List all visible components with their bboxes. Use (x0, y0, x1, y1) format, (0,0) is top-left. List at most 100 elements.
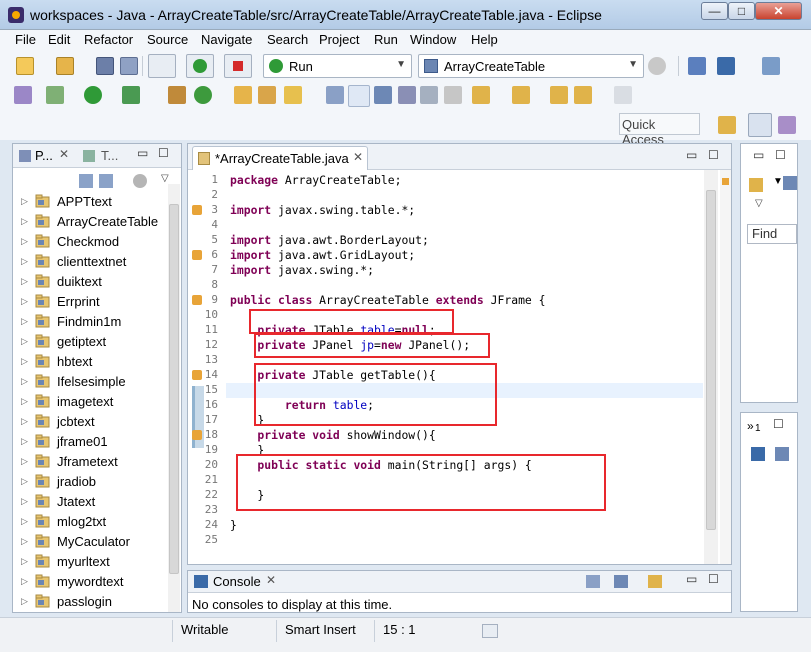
chevron-right-icon[interactable]: ▷ (21, 596, 28, 607)
maximize-icon[interactable]: ☐ (158, 146, 169, 160)
display-console-icon[interactable] (614, 575, 628, 588)
java-perspective-icon[interactable] (748, 113, 772, 137)
forward-icon[interactable] (614, 86, 632, 104)
chevron-right-icon[interactable]: ▷ (21, 236, 28, 247)
tree-item[interactable]: ▷ hbtext (13, 352, 168, 372)
paragraph-icon[interactable] (444, 86, 462, 104)
minimize-icon[interactable]: ▭ (137, 146, 148, 160)
chevron-right-icon[interactable]: ▷ (21, 556, 28, 567)
link-editor-icon[interactable] (99, 174, 113, 188)
chevron-right-icon[interactable]: ▷ (21, 296, 28, 307)
scrollbar[interactable] (168, 184, 180, 612)
chevron-right-icon[interactable]: ▷ (21, 516, 28, 527)
maximize-icon[interactable]: ☐ (708, 572, 719, 586)
warning-icon[interactable] (192, 250, 202, 260)
pin-icon[interactable] (762, 57, 780, 75)
close-icon[interactable]: ✕ (59, 147, 69, 161)
chevron-right-icon[interactable]: ▷ (21, 196, 28, 207)
view-menu-icon[interactable]: ▽ (161, 173, 169, 184)
tree-item[interactable]: ▷ Ifelsesimple (13, 372, 168, 392)
coverage-icon[interactable] (122, 86, 140, 104)
open-folder-icon[interactable] (258, 86, 276, 104)
chevron-right-icon[interactable]: ▷ (21, 336, 28, 347)
new-class-icon[interactable] (168, 86, 186, 104)
menu-navigate[interactable]: Navigate (201, 32, 252, 47)
minimize-icon[interactable]: ▭ (686, 572, 697, 586)
chevron-right-icon[interactable]: ▷ (21, 496, 28, 507)
last-edit-icon[interactable] (550, 86, 568, 104)
chevron-right-icon[interactable]: ▷ (21, 396, 28, 407)
tree-item[interactable]: ▷ ArrayCreateTable (13, 212, 168, 232)
menu-window[interactable]: Window (410, 32, 456, 47)
close-icon[interactable]: ✕ (353, 150, 363, 164)
quick-access-input[interactable]: Quick Access (619, 113, 700, 147)
problems-icon[interactable] (775, 447, 789, 461)
chevron-right-icon[interactable]: ▷ (21, 276, 28, 287)
filter-icon[interactable] (133, 174, 147, 188)
maximize-icon[interactable]: ☐ (708, 148, 719, 162)
tab-package-explorer[interactable]: P... (35, 148, 53, 163)
tree-item[interactable]: ▷ jcbtext (13, 412, 168, 432)
editor-scrollbar[interactable] (704, 170, 718, 564)
chevron-right-icon[interactable]: ▷ (21, 476, 28, 487)
terminate-icon[interactable] (224, 54, 252, 78)
view-menu-icon[interactable]: ▽ (755, 198, 763, 209)
tree-item[interactable]: ▷ myurltext (13, 552, 168, 572)
tree-item[interactable]: ▷ getiptext (13, 332, 168, 352)
new-package-icon[interactable] (56, 57, 74, 75)
annotation-icon[interactable] (326, 86, 344, 104)
tree-item[interactable]: ▷ APPTtext (13, 192, 168, 212)
close-icon[interactable]: ✕ (266, 573, 276, 587)
launch-mode-select[interactable]: Run ▼ (263, 54, 412, 78)
open-perspective-icon[interactable] (718, 116, 736, 134)
maximize-icon[interactable]: ☐ (773, 417, 784, 431)
chevron-right-icon[interactable]: ▷ (21, 576, 28, 587)
chevron-right-icon[interactable]: ▷ (21, 536, 28, 547)
close-button[interactable]: ✕ (755, 2, 802, 20)
open-console-icon[interactable] (688, 57, 706, 75)
chevron-right-icon[interactable]: ▷ (21, 436, 28, 447)
launch-config-select[interactable]: ArrayCreateTable ▼ (418, 54, 644, 78)
tree-item[interactable]: ▷ Errprint (13, 292, 168, 312)
back-icon[interactable] (574, 86, 592, 104)
tab-console[interactable]: Console (213, 574, 261, 589)
tree-item[interactable]: ▷ Jtatext (13, 492, 168, 512)
warning-icon[interactable] (192, 430, 202, 440)
tree-item[interactable]: ▷ Jframetext (13, 452, 168, 472)
tree-item[interactable]: ▷ imagetext (13, 392, 168, 412)
maximize-button[interactable]: □ (728, 2, 755, 20)
find-input[interactable]: Find (747, 224, 797, 244)
tree-item[interactable]: ▷ jframe01 (13, 432, 168, 452)
menu-refactor[interactable]: Refactor (84, 32, 133, 47)
chevron-right-icon[interactable]: ▷ (21, 356, 28, 367)
open-type-icon[interactable] (234, 86, 252, 104)
minimize-icon[interactable]: ▭ (686, 148, 697, 162)
tree-item[interactable]: ▷ Findmin1m (13, 312, 168, 332)
tree-item[interactable]: ▷ clienttextnet (13, 252, 168, 272)
gear-icon[interactable] (648, 57, 666, 75)
chevron-down-icon[interactable]: ▼ (773, 176, 783, 187)
maximize-icon[interactable]: ☐ (775, 148, 786, 162)
tree-item[interactable]: ▷ MyCaculator (13, 532, 168, 552)
pin-console-icon[interactable] (586, 575, 600, 588)
tree-item[interactable]: ▷ passlogin (13, 592, 168, 612)
debug-icon[interactable] (14, 86, 32, 104)
block-select-icon[interactable] (398, 86, 416, 104)
minimize-button[interactable]: — (701, 2, 728, 20)
save-all-icon[interactable] (120, 57, 138, 75)
chevron-right-icon[interactable]: ▷ (21, 416, 28, 427)
display-icon[interactable] (717, 57, 735, 75)
tree-item[interactable]: ▷ jradiob (13, 472, 168, 492)
collapse-all-icon[interactable] (79, 174, 93, 188)
highlight-icon[interactable] (348, 85, 370, 107)
warning-icon[interactable] (192, 295, 202, 305)
tree-item[interactable]: ▷ duiktext (13, 272, 168, 292)
open-console-icon[interactable] (648, 575, 662, 588)
menu-source[interactable]: Source (147, 32, 188, 47)
search-icon[interactable] (284, 86, 302, 104)
tab-array-create-table[interactable]: *ArrayCreateTable.java ✕ (192, 146, 368, 170)
tree-item[interactable]: ▷ mlog2txt (13, 512, 168, 532)
warning-marker[interactable] (722, 178, 729, 185)
save-icon[interactable] (96, 57, 114, 75)
new-java-icon[interactable] (194, 86, 212, 104)
